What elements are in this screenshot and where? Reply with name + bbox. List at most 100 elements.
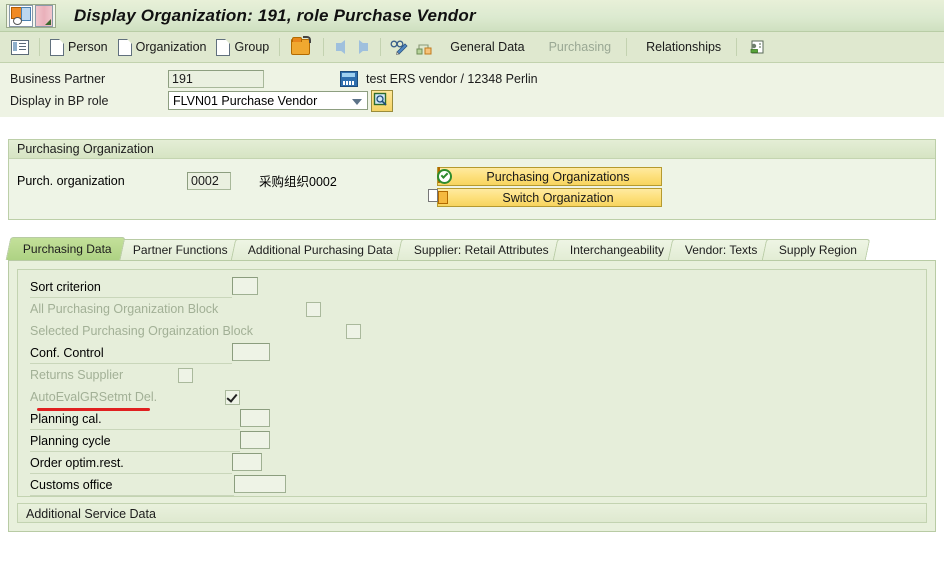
switch-copy-icon: [438, 189, 455, 206]
business-card-icon: [748, 39, 766, 55]
toolbar-button-forward[interactable]: [352, 35, 375, 59]
toolbar-divider: [279, 38, 281, 56]
sap-bp-icon: [9, 4, 33, 27]
bp-role-row: Display in BP role FLVN01 Purchase Vendo…: [0, 89, 944, 112]
purchasing-organizations-button-label: Purchasing Organizations: [486, 169, 630, 184]
toolbar-label-organization: Organization: [135, 40, 207, 54]
toolbar-button-relationships[interactable]: Relationships: [632, 35, 731, 59]
business-partner-row: Business Partner test ERS vendor / 12348…: [0, 69, 944, 88]
field-input-customs-office[interactable]: [234, 475, 286, 493]
application-toolbar: Person Organization Group General Data P…: [0, 32, 944, 63]
purchasing-organization-group: Purchasing Organization Purch. organizat…: [8, 139, 936, 220]
toolbar-button-back[interactable]: [329, 35, 352, 59]
toolbar-button-overview[interactable]: [6, 35, 34, 59]
field-underline: [30, 495, 234, 496]
field-input-order-optim-rest[interactable]: [232, 453, 262, 471]
window-title-bar: Display Organization: 191, role Purchase…: [0, 0, 944, 32]
bp-role-label: Display in BP role: [10, 93, 109, 108]
field-label-customs-office: Customs office: [30, 478, 113, 492]
form-row-conf-control: Conf. Control: [18, 342, 926, 364]
toolbar-button-purchasing[interactable]: Purchasing: [535, 35, 622, 59]
list-overview-icon: [11, 39, 29, 55]
field-label-all-purchasing-organization-block: All Purchasing Organization Block: [30, 302, 219, 316]
tab-label: Additional Purchasing Data: [248, 243, 394, 257]
form-row-all-purchasing-organization-block: All Purchasing Organization Block: [18, 298, 926, 320]
toolbar-divider: [626, 38, 628, 56]
purch-organization-label: Purch. organization: [17, 173, 125, 188]
toolbar-button-display-change[interactable]: [386, 35, 412, 59]
purch-organization-input[interactable]: [187, 171, 231, 190]
checked-shield-icon: [438, 167, 455, 185]
toolbar-divider: [380, 38, 382, 56]
tab-additional-purchasing-data[interactable]: Additional Purchasing Data: [231, 239, 407, 260]
purchasing-organizations-button[interactable]: Purchasing Organizations: [437, 167, 662, 186]
field-label-conf-control: Conf. Control: [30, 346, 104, 360]
document-icon: [50, 38, 64, 56]
purchasing-data-tab-panel: Sort criterion All Purchasing Organizatio…: [8, 260, 936, 532]
tab-purchasing-data[interactable]: Purchasing Data: [5, 237, 126, 260]
tab-supply-region[interactable]: Supply Region: [761, 239, 870, 260]
toolbar-button-general-data[interactable]: General Data: [436, 35, 534, 59]
page-title: Display Organization: 191, role Purchase…: [74, 5, 476, 25]
toolbar-label-group: Group: [234, 40, 270, 54]
business-partner-input[interactable]: [168, 69, 264, 88]
switch-organization-button-label: Switch Organization: [502, 190, 614, 205]
window-icon-group[interactable]: [6, 3, 56, 28]
tab-label: Supply Region: [778, 243, 857, 257]
field-label-planning-cycle: Planning cycle: [30, 434, 111, 448]
toolbar-button-organization[interactable]: Organization: [113, 35, 212, 59]
toolbar-divider: [323, 38, 325, 56]
field-input-planning-cal[interactable]: [240, 409, 270, 427]
open-folder-icon: [291, 36, 312, 55]
tab-label: Partner Functions: [132, 243, 228, 257]
business-partner-description: test ERS vendor / 12348 Perlin: [366, 71, 538, 86]
chevron-down-icon: [352, 99, 362, 105]
bp-role-search-button[interactable]: [371, 89, 393, 112]
toolbar-label-relationships: Relationships: [646, 40, 722, 54]
field-checkbox-selected-purchasing-orgainzation-block[interactable]: [346, 324, 361, 339]
tab-supplier-retail-attributes[interactable]: Supplier: Retail Attributes: [396, 239, 563, 260]
field-input-planning-cycle[interactable]: [240, 431, 270, 449]
toolbar-button-org-chart[interactable]: [412, 35, 436, 59]
field-label-returns-supplier: Returns Supplier: [30, 368, 124, 382]
field-checkbox-autoevalgrsetmt-del[interactable]: [225, 390, 240, 405]
tab-vendor-texts[interactable]: Vendor: Texts: [667, 239, 771, 260]
arrow-forward-icon: [359, 40, 369, 54]
search-magnifier-icon: [372, 92, 390, 112]
field-label-order-optim-rest: Order optim.rest.: [30, 456, 124, 470]
form-row-order-optim-rest: Order optim.rest.: [18, 452, 926, 474]
toolbar-label-general-data: General Data: [450, 40, 525, 54]
purchasing-organization-group-title: Purchasing Organization: [9, 140, 935, 159]
toolbar-button-open[interactable]: [285, 35, 318, 59]
tab-partner-functions[interactable]: Partner Functions: [115, 239, 241, 260]
display-change-icon: [390, 39, 408, 55]
tabstrip: Purchasing Data Partner Functions Addition…: [5, 237, 936, 260]
toolbar-label-purchasing: Purchasing: [548, 40, 612, 54]
document-icon: [216, 38, 231, 56]
purch-organization-description: 采购组织0002: [259, 175, 337, 189]
toolbar-divider: [39, 38, 40, 56]
field-checkbox-all-purchasing-organization-block[interactable]: [306, 302, 321, 317]
field-checkbox-returns-supplier[interactable]: [178, 368, 193, 383]
field-label-planning-cal: Planning cal.: [30, 412, 102, 426]
form-row-customs-office: Customs office: [18, 474, 926, 496]
bp-role-value: FLVN01 Purchase Vendor: [173, 93, 318, 108]
tab-interchangeability[interactable]: Interchangeability: [552, 239, 678, 260]
header-fields-area: Business Partner test ERS vendor / 12348…: [0, 63, 944, 117]
toolbar-button-business-card[interactable]: [742, 35, 772, 59]
toolbar-button-group[interactable]: Group: [211, 35, 274, 59]
bp-role-dropdown[interactable]: FLVN01 Purchase Vendor: [168, 91, 368, 110]
form-row-planning-cycle: Planning cycle: [18, 430, 926, 452]
purchasing-data-form: Sort criterion All Purchasing Organizatio…: [17, 269, 927, 497]
field-input-conf-control[interactable]: [232, 343, 270, 361]
form-row-planning-cal: Planning cal.: [18, 408, 926, 430]
form-row-sort-criterion: Sort criterion: [18, 276, 926, 298]
resize-grip-icon[interactable]: [35, 4, 53, 27]
additional-service-data-section[interactable]: Additional Service Data: [17, 503, 927, 523]
field-input-sort-criterion[interactable]: [232, 277, 258, 295]
switch-organization-button[interactable]: Switch Organization: [437, 188, 662, 207]
business-partner-label: Business Partner: [10, 71, 106, 86]
arrow-back-icon: [336, 40, 346, 54]
toolbar-button-person[interactable]: Person: [45, 35, 113, 59]
toolbar-label-person: Person: [68, 40, 108, 54]
